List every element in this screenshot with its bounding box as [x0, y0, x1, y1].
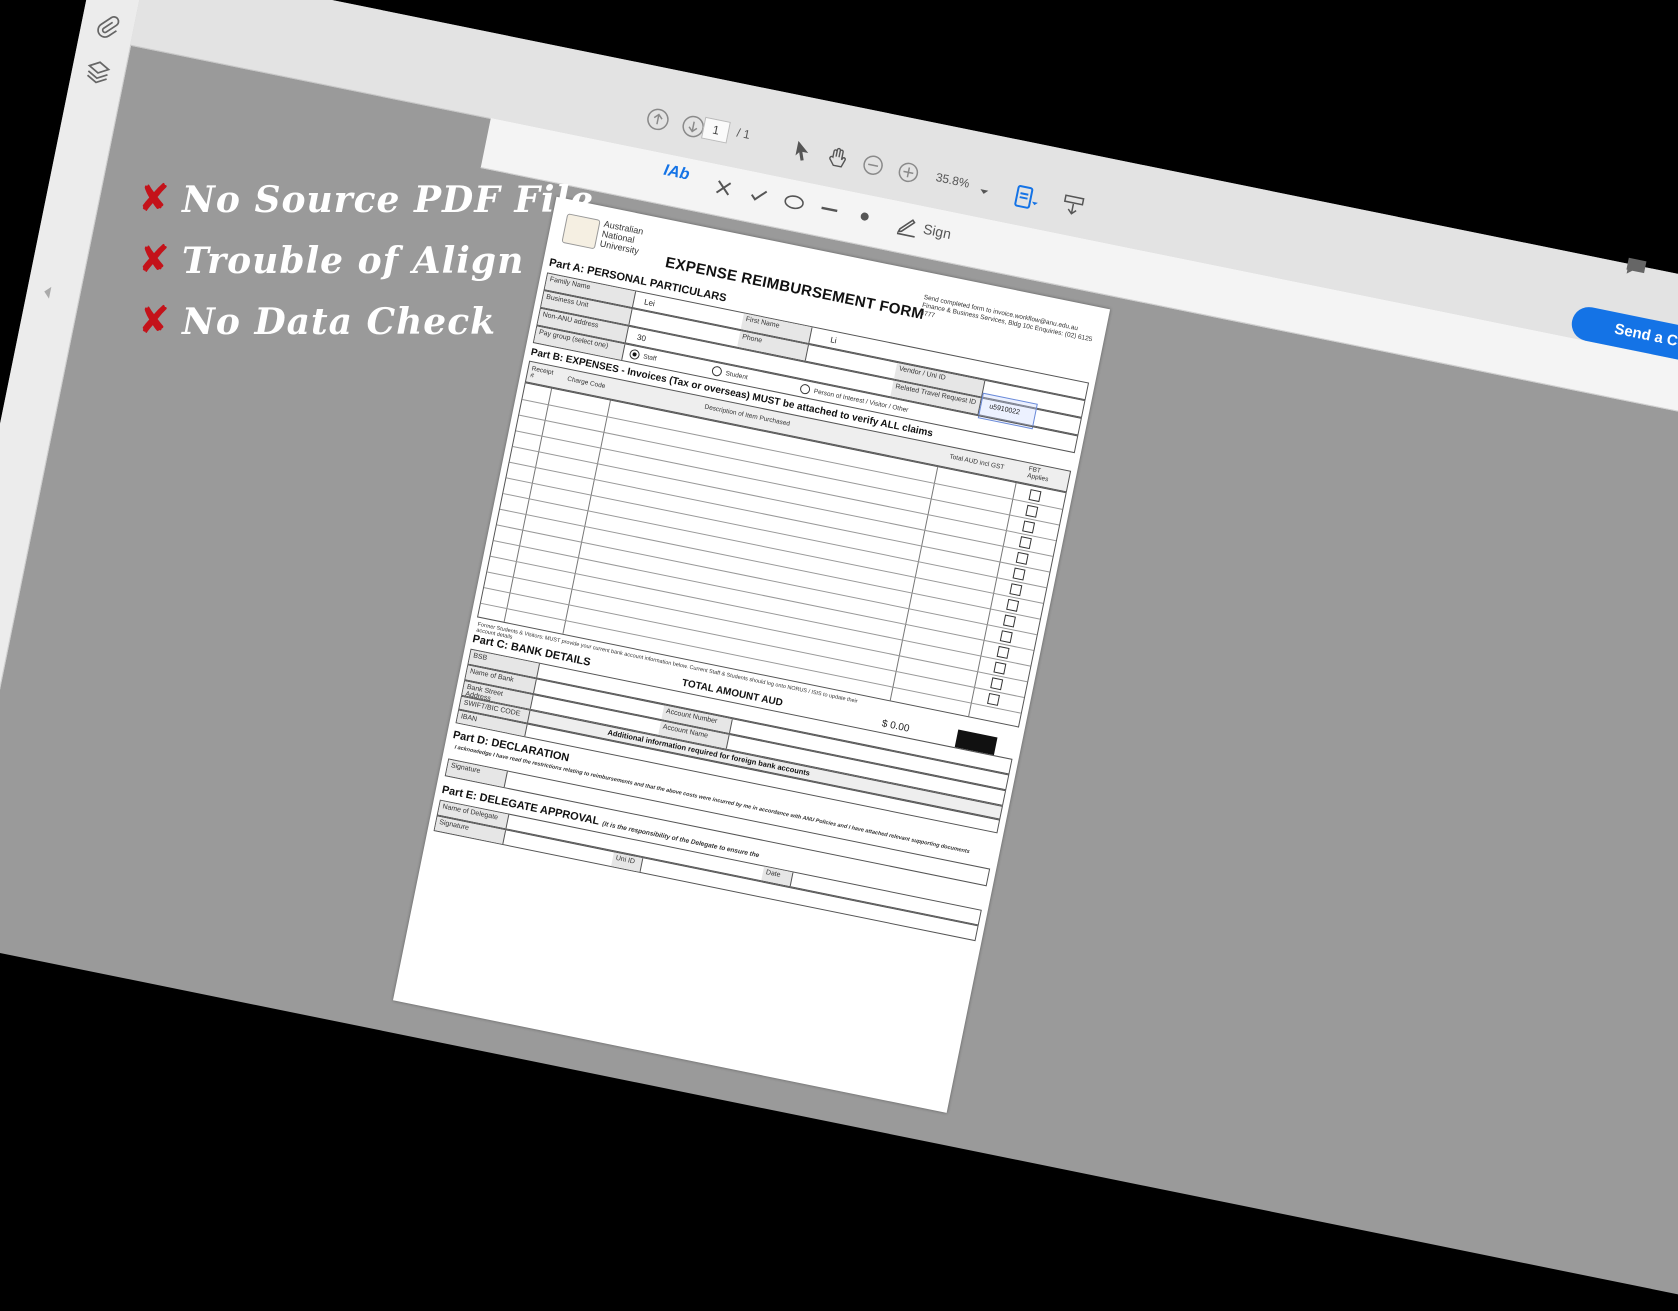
fill-sign-doc-icon[interactable]	[1009, 182, 1042, 215]
cross-mark-icon[interactable]	[709, 174, 737, 202]
student-label: Student	[724, 370, 749, 382]
select-cursor-icon[interactable]	[788, 137, 816, 165]
hand-tool-icon[interactable]	[824, 144, 852, 172]
bullet-text: No Source PDF File	[182, 179, 595, 221]
layers-icon[interactable]	[83, 57, 114, 88]
fbt-checkbox[interactable]	[996, 645, 1010, 659]
fbt-checkbox[interactable]	[1006, 598, 1020, 612]
ellipse-icon[interactable]	[780, 188, 808, 216]
collapse-panel-icon[interactable]	[38, 278, 57, 306]
red-x-icon: ✘	[138, 176, 170, 220]
first-name-field[interactable]: Li	[830, 335, 838, 345]
fbt-checkbox[interactable]	[1022, 520, 1036, 534]
fbt-checkbox[interactable]	[999, 630, 1013, 644]
staff-label: Staff	[642, 353, 657, 363]
red-x-icon: ✘	[138, 237, 170, 281]
student-radio[interactable]	[710, 365, 723, 378]
fbt-checkbox[interactable]	[1028, 489, 1042, 503]
download-icon[interactable]	[1059, 192, 1087, 220]
check-mark-icon[interactable]	[745, 181, 773, 209]
bullet-item: ✘ Trouble of Align	[138, 237, 608, 298]
fbt-checkbox[interactable]	[1002, 614, 1016, 628]
bullet-item: ✘ No Source PDF File	[138, 176, 608, 237]
non-anu-field[interactable]: 30	[636, 333, 647, 344]
poi-radio[interactable]	[799, 383, 811, 396]
previous-page-icon[interactable]	[644, 105, 672, 133]
attachment-icon[interactable]	[92, 11, 123, 42]
fbt-checkbox[interactable]	[1012, 567, 1026, 581]
charge-code-header: Charge Code	[566, 375, 606, 391]
bullet-text: No Data Check	[182, 301, 497, 343]
red-x-icon: ✘	[138, 298, 170, 342]
left-rail	[0, 0, 148, 943]
university-name: Australian National University	[599, 218, 645, 257]
sign-pen-icon[interactable]	[894, 211, 922, 239]
fbt-checkbox[interactable]	[1018, 536, 1032, 550]
family-name-field[interactable]: Lei	[643, 297, 655, 308]
zoom-in-icon[interactable]	[894, 158, 922, 186]
travel-id-value: u5910022	[988, 403, 1021, 417]
page-total: / 1	[735, 125, 752, 142]
fbt-checkbox[interactable]	[1015, 551, 1029, 565]
fbt-header: FBT Applies	[1026, 465, 1049, 484]
fbt-checkbox[interactable]	[987, 692, 1000, 706]
staff-radio[interactable]	[628, 348, 641, 361]
signature-label: Signature	[445, 759, 508, 788]
zoom-out-icon[interactable]	[859, 151, 887, 179]
fbt-checkbox[interactable]	[993, 661, 1007, 675]
comment-icon[interactable]	[1622, 253, 1650, 281]
send-note: Send completed form to invoice.workflow@…	[919, 294, 1093, 344]
total-incl-header: Total AUD incl GST	[948, 453, 1005, 472]
fbt-checkbox[interactable]	[1025, 504, 1039, 518]
line-icon[interactable]	[815, 195, 843, 223]
bullet-item: ✘ No Data Check	[138, 298, 608, 359]
fbt-checkbox[interactable]	[1009, 583, 1023, 597]
dot-icon[interactable]	[851, 202, 879, 230]
bullet-text: Trouble of Align	[182, 240, 525, 282]
receipt-header: Receipt #	[529, 365, 554, 380]
fbt-checkbox[interactable]	[990, 677, 1004, 691]
overlay-bullets: ✘ No Source PDF File ✘ Trouble of Align …	[138, 176, 608, 359]
